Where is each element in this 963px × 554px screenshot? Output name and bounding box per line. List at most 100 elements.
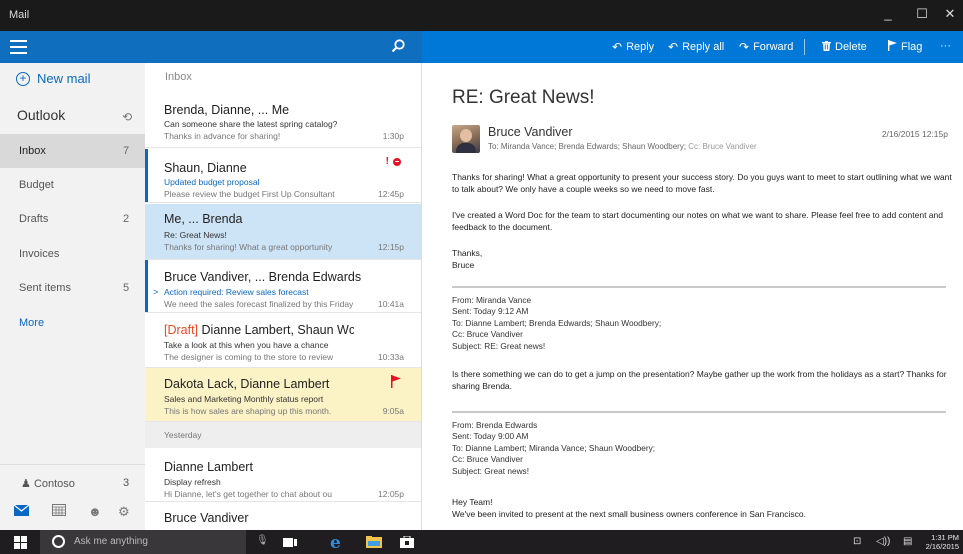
- message-item[interactable]: Dianne Lambert Display refresh Hi Dianne…: [145, 448, 421, 502]
- date-group-label: Yesterday: [164, 430, 202, 440]
- account-name[interactable]: Outlook: [17, 107, 65, 123]
- message-preview: Thanks in advance for sharing!: [164, 131, 281, 141]
- people-icon[interactable]: ☻: [88, 504, 102, 519]
- importance-mark: !: [385, 156, 389, 167]
- quoted-to: To: Dianne Lambert; Miranda Vance; Shaun…: [452, 442, 656, 453]
- signoff-name: Bruce: [452, 260, 475, 270]
- draft-tag: [Draft]: [164, 323, 199, 337]
- volume-icon[interactable]: ◁)): [876, 536, 890, 547]
- person-icon: ♟: [21, 478, 31, 490]
- settings-gear-icon[interactable]: ⚙: [118, 504, 130, 520]
- signoff-line: Thanks,: [452, 248, 483, 258]
- message-time: 12:15p: [378, 242, 404, 252]
- message-sender: Bruce Vandiver, ... Brenda Edwards: [164, 270, 362, 284]
- new-mail-button[interactable]: + New mail: [16, 71, 90, 86]
- quoted-subject: Subject: Great news!: [452, 465, 530, 476]
- folder-label: Inbox: [19, 145, 46, 157]
- message-item[interactable]: [Draft] Dianne Lambert, Shaun Wc Take a …: [145, 314, 421, 368]
- message-sender: Shaun, Dianne: [164, 161, 247, 175]
- message-preview: Hi Dianne, let's get together to chat ab…: [164, 489, 332, 499]
- message-item[interactable]: Bruce Vandiver: [145, 502, 421, 530]
- message-preview: Thanks for sharing! What a great opportu…: [164, 242, 333, 252]
- forward-icon: ↷: [739, 40, 750, 54]
- flag-button[interactable]: Flag: [888, 40, 922, 54]
- contoso-name: Contoso: [33, 478, 75, 490]
- cortana-search-box[interactable]: Ask me anything 🎙: [40, 530, 269, 554]
- sender-name[interactable]: Bruce Vandiver: [488, 125, 573, 139]
- folder-sent-items[interactable]: Sent items 5: [0, 271, 145, 305]
- action-center-icon[interactable]: ▤: [903, 536, 912, 547]
- network-icon[interactable]: ⊡: [853, 536, 861, 547]
- maximize-button[interactable]: ☐: [910, 6, 934, 22]
- mail-icon[interactable]: [13, 504, 30, 519]
- reply-all-label: Reply all: [682, 41, 725, 53]
- account-contoso[interactable]: ♟ Contoso 3: [0, 464, 145, 494]
- title-bar: Mail _ ☐ ✕: [0, 0, 963, 31]
- reply-button[interactable]: ↶ Reply: [612, 40, 654, 54]
- message-time: 12:45p: [378, 189, 404, 199]
- quoted-to: To: Dianne Lambert; Brenda Edwards; Shau…: [452, 317, 662, 328]
- cortana-ring-icon: [52, 535, 65, 548]
- folder-label: Drafts: [19, 213, 49, 225]
- quoted-header: From: Miranda Vance Sent: Today 9:12 AM …: [452, 295, 952, 352]
- nav-header: [0, 31, 145, 63]
- message-time: 10:33a: [378, 352, 404, 362]
- recipients-line: To: Miranda Vance; Brenda Edwards; Shaun…: [488, 142, 757, 151]
- store-app-icon[interactable]: [400, 535, 414, 551]
- contoso-label: ♟ Contoso: [21, 477, 75, 490]
- more-folders-link[interactable]: More: [19, 317, 44, 329]
- edge-browser-icon[interactable]: e: [330, 533, 341, 553]
- list-header-bar: [145, 31, 422, 63]
- message-preview: Please review the budget First Up Consul…: [164, 189, 335, 199]
- calendar-icon[interactable]: [52, 504, 66, 519]
- file-explorer-icon[interactable]: [366, 536, 382, 551]
- quote-divider: [452, 286, 946, 288]
- message-item[interactable]: Bruce Vandiver, ... Brenda Edwards > Act…: [145, 260, 421, 313]
- task-view-icon[interactable]: [283, 536, 297, 551]
- windows-start-icon[interactable]: [14, 536, 28, 549]
- message-sender: Dianne Lambert: [164, 460, 253, 474]
- message-subject: Action required: Review sales forecast: [164, 287, 309, 297]
- list-title: Inbox: [165, 71, 192, 83]
- delete-button[interactable]: Delete: [822, 40, 867, 54]
- message-subject: Updated budget proposal: [164, 177, 260, 187]
- delete-label: Delete: [835, 41, 867, 53]
- command-separator: [804, 39, 805, 55]
- quoted-cc: Cc: Bruce Vandiver: [452, 454, 523, 465]
- body-paragraph: Thanks for sharing! What a great opportu…: [452, 172, 952, 194]
- flag-icon: [888, 40, 897, 54]
- folder-pane: + New mail Outlook ⟲ Inbox 7 Budget Draf…: [0, 63, 145, 530]
- date-group-header: Yesterday: [145, 422, 421, 448]
- folder-drafts[interactable]: Drafts 2: [0, 202, 145, 236]
- message-subject: Re: Great News!: [164, 230, 227, 240]
- folder-label: Sent items: [19, 282, 71, 294]
- forward-button[interactable]: ↷ Forward: [739, 40, 793, 54]
- microphone-icon[interactable]: 🎙: [256, 535, 269, 546]
- close-button[interactable]: ✕: [938, 6, 962, 22]
- reply-all-button[interactable]: ↶ Reply all: [668, 40, 724, 54]
- quoted-body: We've been invited to present at the nex…: [452, 509, 806, 519]
- chevron-right-icon[interactable]: >: [153, 287, 158, 297]
- folder-budget[interactable]: Budget: [0, 168, 145, 202]
- hamburger-menu-icon[interactable]: [10, 40, 27, 54]
- message-sender: [Draft] Dianne Lambert, Shaun Wc: [164, 323, 354, 337]
- message-item-flagged[interactable]: Dakota Lack, Dianne Lambert Sales and Ma…: [145, 368, 421, 422]
- sender-avatar: [452, 125, 480, 153]
- reply-all-icon: ↶: [668, 40, 679, 54]
- quoted-from: From: Brenda Edwards: [452, 420, 538, 430]
- flag-icon[interactable]: [391, 375, 401, 393]
- folder-inbox[interactable]: Inbox 7: [0, 134, 145, 168]
- search-icon[interactable]: [390, 38, 406, 59]
- message-date: 2/16/2015 12:15p: [881, 129, 948, 139]
- message-item[interactable]: ! Shaun, Dianne Updated budget proposal …: [145, 149, 421, 203]
- search-placeholder: Ask me anything: [74, 536, 148, 547]
- sync-icon[interactable]: ⟲: [122, 110, 132, 124]
- message-item-selected[interactable]: Me, ... Brenda Re: Great News! Thanks fo…: [145, 204, 421, 260]
- minimize-button[interactable]: _: [876, 6, 900, 21]
- trash-icon: [822, 40, 831, 54]
- folder-invoices[interactable]: Invoices: [0, 237, 145, 271]
- more-actions-button[interactable]: ···: [940, 40, 951, 52]
- system-clock[interactable]: 1:31 PM 2/16/2015: [926, 533, 959, 551]
- message-item[interactable]: Brenda, Dianne, ... Me Can someone share…: [145, 94, 421, 148]
- quoted-cc: Cc: Bruce Vandiver: [452, 329, 523, 340]
